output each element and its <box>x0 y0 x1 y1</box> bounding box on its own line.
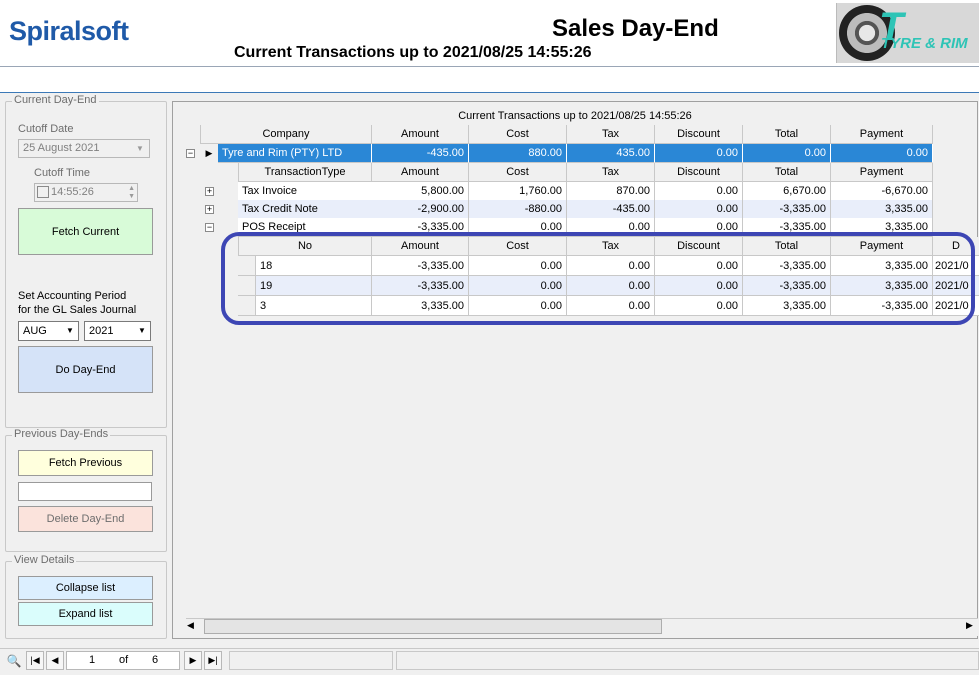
month-value: AUG <box>23 325 47 337</box>
company-value-cell[interactable]: 435.00 <box>567 144 655 163</box>
company-value-cell[interactable]: -435.00 <box>372 144 469 163</box>
column-header[interactable]: Payment <box>831 163 933 182</box>
cutoff-date-field[interactable]: 25 August 2021 ▼ <box>18 139 150 158</box>
year-value: 2021 <box>89 325 114 337</box>
column-header[interactable]: Amount <box>372 125 469 144</box>
checkbox-icon[interactable] <box>37 186 49 199</box>
period-label-2: for the GL Sales Journal <box>18 304 137 316</box>
page-position: 1 <box>89 654 96 666</box>
cutoff-time-field[interactable]: 14:55:26 ▲ ▼ <box>34 183 138 202</box>
group-title: View Details <box>12 554 77 566</box>
transaction-value-cell[interactable]: -3,335.00 <box>743 200 831 219</box>
column-header[interactable]: Amount <box>372 163 469 182</box>
transaction-value-cell[interactable]: 3,335.00 <box>831 200 933 219</box>
spinner-icon[interactable]: ▲ ▼ <box>128 185 135 201</box>
chevron-down-icon: ▼ <box>66 326 74 335</box>
brand-logo: T TYRE & RIM <box>836 3 979 63</box>
transaction-value-cell[interactable]: -435.00 <box>567 200 655 219</box>
cutoff-date-value: 25 August 2021 <box>23 142 100 154</box>
chevron-down-icon: ▼ <box>136 144 144 153</box>
last-page-icon[interactable]: ▶| <box>204 651 222 670</box>
status-panel <box>229 651 393 670</box>
expand-list-button[interactable]: Expand list <box>18 602 153 626</box>
column-header[interactable]: Cost <box>469 163 567 182</box>
first-page-icon[interactable]: |◀ <box>26 651 44 670</box>
transaction-value-cell[interactable]: 5,800.00 <box>372 182 469 201</box>
transaction-type-cell[interactable]: Tax Credit Note <box>238 200 372 219</box>
collapse-icon[interactable]: − <box>205 223 214 232</box>
column-header[interactable]: Tax <box>567 125 655 144</box>
column-header[interactable]: Discount <box>655 163 743 182</box>
delete-dayend-button[interactable]: Delete Day-End <box>18 506 153 532</box>
scroll-left-icon[interactable]: ◀ <box>187 620 194 631</box>
column-header[interactable]: Cost <box>469 125 567 144</box>
row-pointer-icon: ▶ <box>205 148 213 158</box>
page-of-label: of <box>119 654 129 666</box>
expand-icon[interactable]: + <box>205 187 214 196</box>
year-select[interactable]: 2021 ▼ <box>84 321 151 341</box>
page-position-box[interactable]: 1 of 6 <box>66 651 180 670</box>
group-title: Previous Day-Ends <box>12 428 111 440</box>
spiralsoft-logo: Spiralsoft <box>9 16 129 46</box>
expand-icon[interactable]: + <box>205 205 214 214</box>
transaction-value-cell[interactable]: 0.00 <box>655 182 743 201</box>
company-value-cell[interactable]: 880.00 <box>469 144 567 163</box>
column-header[interactable]: Company <box>200 125 372 144</box>
transaction-type-cell[interactable]: Tax Invoice <box>238 182 372 201</box>
column-header[interactable]: Discount <box>655 125 743 144</box>
binoculars-icon[interactable]: 🔍 <box>5 651 23 670</box>
highlight-annotation <box>221 232 975 325</box>
column-header[interactable]: Total <box>743 163 831 182</box>
transaction-value-cell[interactable]: 6,670.00 <box>743 182 831 201</box>
transaction-value-cell[interactable]: 870.00 <box>567 182 655 201</box>
company-cell[interactable]: Tyre and Rim (PTY) LTD <box>218 144 372 163</box>
column-header[interactable]: Tax <box>567 163 655 182</box>
month-select[interactable]: AUG ▼ <box>18 321 79 341</box>
transaction-value-cell[interactable]: -880.00 <box>469 200 567 219</box>
period-label-1: Set Accounting Period <box>18 290 127 302</box>
company-value-cell[interactable]: 0.00 <box>831 144 933 163</box>
collapse-icon[interactable]: − <box>186 149 195 158</box>
cutoff-time-value: 14:55:26 <box>51 186 94 198</box>
transaction-value-cell[interactable]: -6,670.00 <box>831 182 933 201</box>
company-value-cell[interactable]: 0.00 <box>743 144 831 163</box>
column-header[interactable]: Payment <box>831 125 933 144</box>
fetch-current-button[interactable]: Fetch Current <box>18 208 153 255</box>
fetch-previous-button[interactable]: Fetch Previous <box>18 450 153 476</box>
page-subtitle: Current Transactions up to 2021/08/25 14… <box>234 44 592 61</box>
app-header: Spiralsoft Sales Day-End Current Transac… <box>0 0 979 66</box>
scrollbar-thumb[interactable] <box>204 619 662 634</box>
do-dayend-button[interactable]: Do Day-End <box>18 346 153 393</box>
column-header[interactable]: Total <box>743 125 831 144</box>
page-total: 6 <box>152 654 159 666</box>
grid-caption: Current Transactions up to 2021/08/25 14… <box>458 110 692 122</box>
previous-dayend-input[interactable] <box>18 482 152 501</box>
scroll-right-icon[interactable]: ▶ <box>966 620 973 631</box>
collapse-list-button[interactable]: Collapse list <box>18 576 153 600</box>
column-header[interactable]: TransactionType <box>238 163 372 182</box>
page-title: Sales Day-End <box>552 15 719 42</box>
cutoff-date-label: Cutoff Date <box>18 123 74 135</box>
company-value-cell[interactable]: 0.00 <box>655 144 743 163</box>
brand-logo-text: TYRE & RIM <box>881 35 968 52</box>
transaction-value-cell[interactable]: -2,900.00 <box>372 200 469 219</box>
cutoff-time-label: Cutoff Time <box>34 167 91 179</box>
previous-page-icon[interactable]: ◀ <box>46 651 64 670</box>
transaction-value-cell[interactable]: 0.00 <box>655 200 743 219</box>
chevron-down-icon: ▼ <box>138 326 146 335</box>
status-panel <box>396 651 979 670</box>
transaction-value-cell[interactable]: 1,760.00 <box>469 182 567 201</box>
view-details-group: View Details <box>5 554 167 639</box>
next-page-icon[interactable]: ▶ <box>184 651 202 670</box>
group-title: Current Day-End <box>12 94 99 106</box>
header-divider <box>0 66 979 67</box>
